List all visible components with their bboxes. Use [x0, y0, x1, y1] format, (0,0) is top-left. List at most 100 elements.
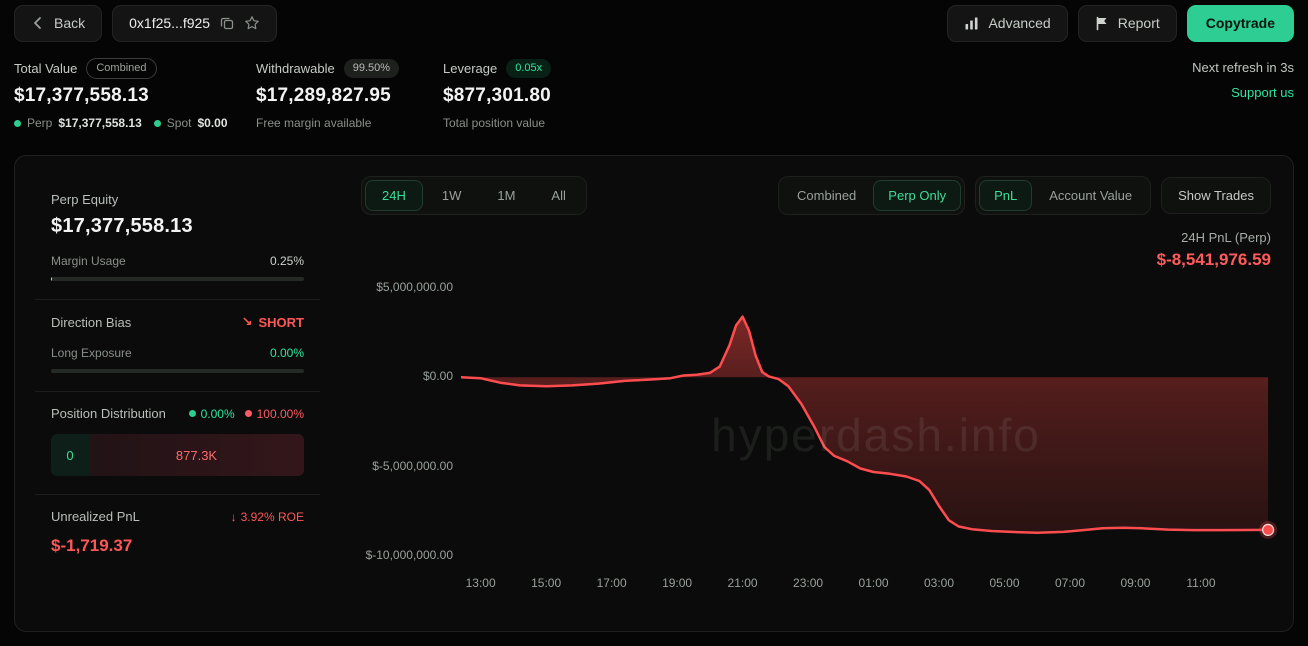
chart-area: 24H1W1MAll CombinedPerp Only PnLAccount V… — [345, 156, 1293, 631]
leverage-label: Leverage — [443, 61, 497, 76]
y-tick-label: $0.00 — [345, 369, 453, 383]
view-tabs-groups: CombinedPerp Only PnLAccount Value — [778, 176, 1151, 215]
withdrawable-stat: Withdrawable 99.50% $17,289,827.95 Free … — [256, 58, 399, 130]
y-tick-label: $-10,000,000.00 — [345, 548, 453, 562]
x-tick-label: 15:00 — [524, 576, 568, 590]
x-tick-label: 05:00 — [983, 576, 1027, 590]
total-value-label: Total Value — [14, 61, 77, 76]
direction-bias-value: SHORT — [259, 315, 305, 330]
spot-label: Spot — [167, 116, 192, 130]
back-button[interactable]: Back — [14, 5, 102, 42]
star-icon[interactable] — [244, 15, 260, 31]
x-tick-label: 03:00 — [917, 576, 961, 590]
combined-badge: Combined — [86, 58, 156, 79]
arrow-down-icon: ↓ — [231, 510, 237, 524]
copy-icon[interactable] — [220, 16, 234, 30]
chevron-left-icon — [31, 16, 45, 30]
x-tick-label: 19:00 — [655, 576, 699, 590]
main-card: Perp Equity $17,377,558.13 Margin Usage … — [14, 155, 1294, 632]
show-trades-button[interactable]: Show Trades — [1161, 177, 1271, 214]
time-tab-all[interactable]: All — [534, 180, 582, 211]
long-dot-icon — [189, 410, 196, 417]
perp-equity-section: Perp Equity $17,377,558.13 Margin Usage … — [35, 178, 320, 299]
perp-label: Perp — [27, 116, 52, 130]
top-bar-right: Advanced Report Copytrade — [947, 5, 1294, 42]
stats-row: Total Value Combined $17,377,558.13 Perp… — [14, 58, 1294, 140]
view-tab-perp-only[interactable]: Perp Only — [873, 180, 961, 211]
withdrawable-amount: $17,289,827.95 — [256, 85, 399, 107]
top-bar-left: Back 0x1f25...f925 — [14, 5, 277, 42]
account-sidebar: Perp Equity $17,377,558.13 Margin Usage … — [35, 178, 320, 574]
direction-bias-section: Direction Bias ↘ SHORT Long Exposure 0.0… — [35, 299, 320, 391]
trend-down-icon: ↘ — [242, 314, 253, 330]
copytrade-button[interactable]: Copytrade — [1187, 5, 1294, 42]
address-chip[interactable]: 0x1f25...f925 — [112, 5, 277, 42]
pnl-area-path — [461, 317, 1268, 533]
y-tick-label: $5,000,000.00 — [345, 280, 453, 294]
perp-dot-icon — [14, 120, 21, 127]
short-dot-icon — [245, 410, 252, 417]
flag-icon — [1095, 16, 1109, 31]
bar-chart-icon — [964, 16, 979, 31]
margin-usage-bar — [51, 277, 304, 281]
leverage-sub: Total position value — [443, 116, 545, 130]
view-tab-group-2: PnLAccount Value — [975, 176, 1151, 215]
leverage-amount: $877,301.80 — [443, 85, 551, 107]
x-tick-label: 13:00 — [459, 576, 503, 590]
margin-usage-label: Margin Usage — [51, 254, 126, 268]
long-exposure-bar — [51, 369, 304, 373]
margin-usage-value: 0.25% — [270, 254, 304, 268]
unrealized-pnl-section: Unrealized PnL ↓ 3.92% ROE $-1,719.37 — [35, 494, 320, 574]
long-exposure-value: 0.00% — [270, 346, 304, 360]
last-point-dot[interactable] — [1263, 524, 1274, 535]
x-tick-label: 09:00 — [1113, 576, 1157, 590]
margin-usage-fill — [51, 277, 52, 281]
withdrawable-badge: 99.50% — [344, 59, 399, 78]
withdrawable-label: Withdrawable — [256, 61, 335, 76]
x-tick-label: 21:00 — [721, 576, 765, 590]
view-tabs-row: CombinedPerp Only PnLAccount Value Show T… — [778, 176, 1271, 215]
x-tick-label: 07:00 — [1048, 576, 1092, 590]
distribution-bar: 0 877.3K — [51, 434, 304, 476]
position-distribution-section: Position Distribution 0.00% 100.00% 0 87… — [35, 391, 320, 494]
view-tab-combined[interactable]: Combined — [782, 180, 871, 211]
time-tab-1w[interactable]: 1W — [425, 180, 479, 211]
position-distribution-label: Position Distribution — [51, 406, 166, 421]
x-tick-label: 01:00 — [852, 576, 896, 590]
x-tick-label: 17:00 — [590, 576, 634, 590]
perp-value: $17,377,558.13 — [58, 116, 141, 130]
perp-equity-value: $17,377,558.13 — [51, 215, 304, 238]
roe-value: 3.92% ROE — [241, 510, 304, 524]
back-label: Back — [54, 15, 85, 31]
advanced-label: Advanced — [988, 15, 1050, 31]
leverage-stat: Leverage 0.05x $877,301.80 Total positio… — [443, 58, 551, 130]
view-tab-group-1: CombinedPerp Only — [778, 176, 965, 215]
time-tab-1m[interactable]: 1M — [480, 180, 532, 211]
short-pct: 100.00% — [257, 407, 304, 421]
leverage-badge: 0.05x — [506, 59, 551, 78]
spot-value: $0.00 — [197, 116, 227, 130]
x-tick-label: 11:00 — [1179, 576, 1223, 590]
view-tab-pnl[interactable]: PnL — [979, 180, 1032, 211]
distribution-long-segment: 0 — [51, 434, 89, 476]
direction-bias-label: Direction Bias — [51, 315, 131, 330]
view-tab-account-value[interactable]: Account Value — [1034, 180, 1147, 211]
long-pct: 0.00% — [201, 407, 235, 421]
long-exposure-label: Long Exposure — [51, 346, 132, 360]
support-us-link[interactable]: Support us — [1231, 85, 1294, 100]
time-tabs: 24H1W1MAll — [361, 176, 587, 215]
withdrawable-sub: Free margin available — [256, 116, 371, 130]
perp-equity-label: Perp Equity — [51, 192, 304, 207]
refresh-countdown: Next refresh in 3s — [1192, 60, 1294, 75]
unrealized-pnl-value: $-1,719.37 — [51, 536, 304, 556]
advanced-button[interactable]: Advanced — [947, 5, 1067, 42]
chart-pnl-label: 24H PnL (Perp) — [1181, 230, 1271, 245]
total-value-amount: $17,377,558.13 — [14, 85, 228, 107]
time-tab-24h[interactable]: 24H — [365, 180, 423, 211]
report-label: Report — [1118, 15, 1160, 31]
unrealized-pnl-label: Unrealized PnL — [51, 509, 140, 524]
distribution-short-segment: 877.3K — [89, 434, 304, 476]
total-value-stat: Total Value Combined $17,377,558.13 Perp… — [14, 58, 228, 130]
y-tick-label: $-5,000,000.00 — [345, 459, 453, 473]
report-button[interactable]: Report — [1078, 5, 1177, 42]
